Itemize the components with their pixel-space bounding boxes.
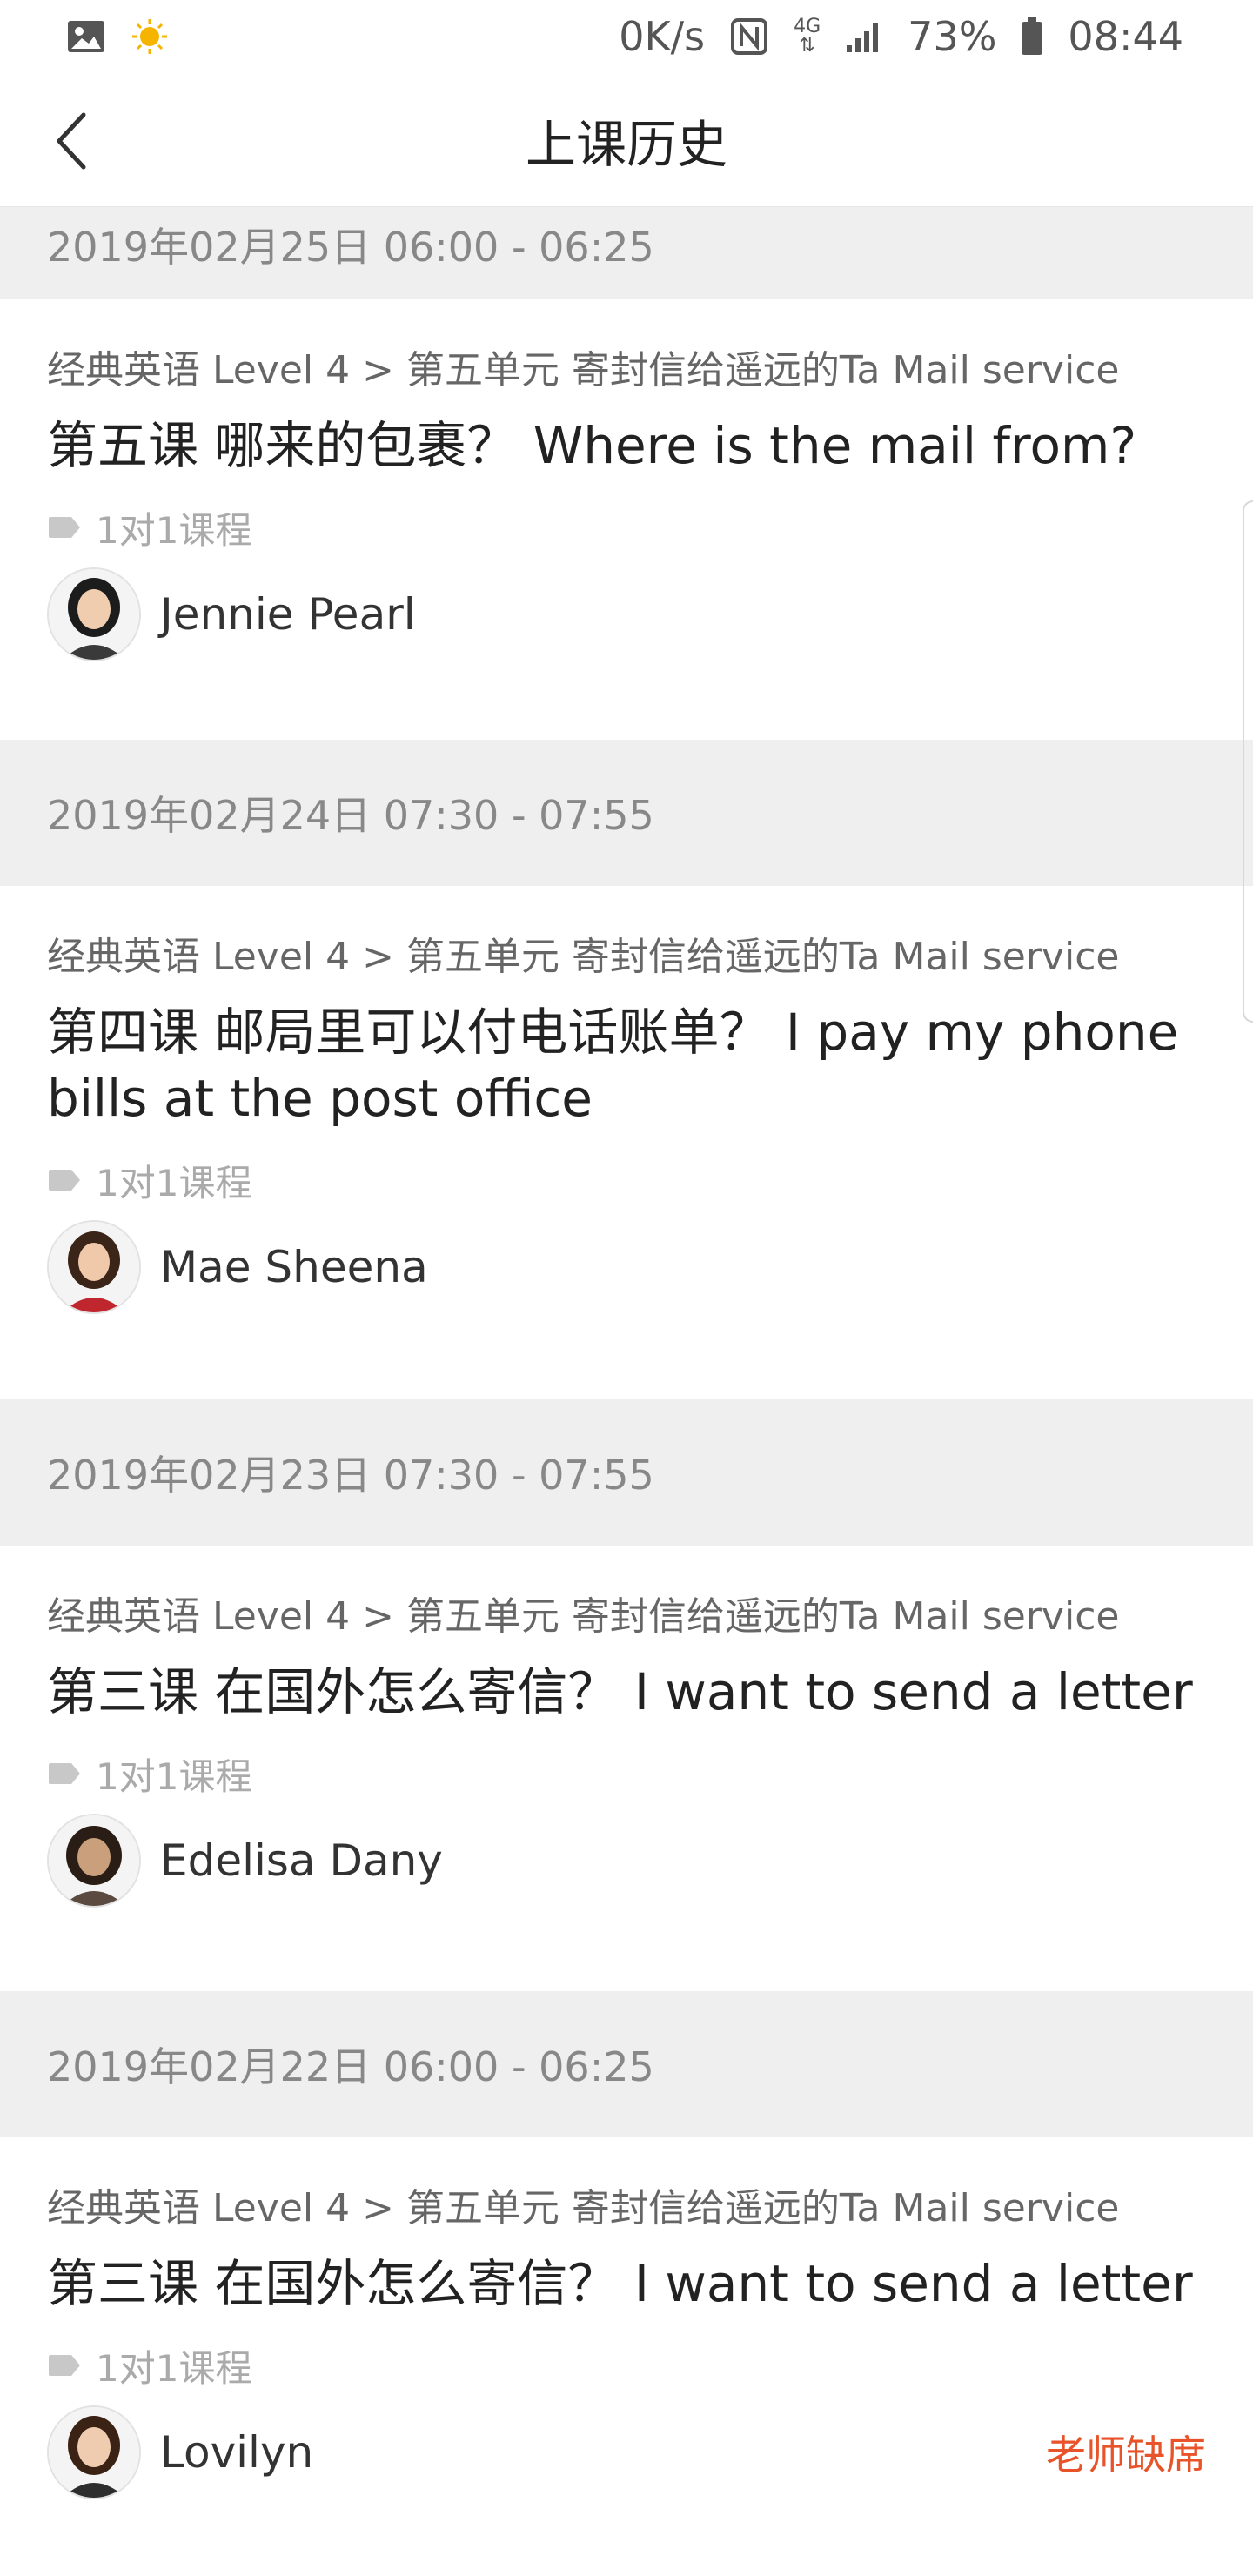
tag-label: 1对1课程 [96, 1161, 252, 1204]
app-bar: 上课历史 [0, 73, 1253, 207]
data-arrows-icon: ⇅ [799, 35, 815, 57]
session-date: 2019年02月23日 07:30 - 07:55 [47, 1452, 654, 1499]
list-item[interactable]: 经典英语 Level 4 > 第五单元 寄封信给遥远的Ta Mail servi… [0, 1546, 1253, 1991]
lesson-title: 第三课 在国外怎么寄信？ I want to send a letter [47, 2254, 1193, 2313]
scrollbar[interactable] [1243, 500, 1253, 1023]
avatar [47, 567, 141, 661]
course-tag: 1对1课程 [47, 1156, 1206, 1204]
battery-percent: 73% [908, 13, 997, 60]
session-date: 2019年02月22日 06:00 - 06:25 [47, 2043, 654, 2090]
nfc-icon [731, 18, 768, 55]
tag-label: 1对1课程 [96, 1754, 252, 1798]
lesson-title: 第四课 邮局里可以付电话账单？ I pay my phone bills at … [47, 1003, 1179, 1128]
course-tag: 1对1课程 [47, 2341, 1206, 2390]
date-header: 2019年02月24日 07:30 - 07:55 [0, 740, 1253, 886]
date-header: 2019年02月25日 06:00 - 06:25 [0, 207, 1253, 299]
date-header: 2019年02月22日 06:00 - 06:25 [0, 1991, 1253, 2137]
status-right: 0K/s 4G ⇅ 73% 08:44 [619, 13, 1183, 60]
tag-icon [49, 1170, 80, 1191]
battery-icon [1022, 17, 1043, 55]
net-speed: 0K/s [619, 13, 706, 60]
teacher-row: Mae Sheena [47, 1220, 1206, 1314]
status-left [66, 17, 169, 56]
date-header: 2019年02月23日 07:30 - 07:55 [0, 1399, 1253, 1546]
course-tag: 1对1课程 [47, 1749, 1206, 1798]
course-path: 经典英语 Level 4 > 第五单元 寄封信给遥远的Ta Mail servi… [47, 348, 1120, 392]
course-tag: 1对1课程 [47, 503, 1206, 552]
session-date: 2019年02月24日 07:30 - 07:55 [47, 792, 654, 839]
image-icon [68, 21, 104, 52]
course-path: 经典英语 Level 4 > 第五单元 寄封信给遥远的Ta Mail servi… [47, 1594, 1120, 1639]
page-title: 上课历史 [525, 114, 727, 174]
tag-label: 1对1课程 [96, 508, 252, 552]
clock: 08:44 [1068, 13, 1183, 60]
list-item[interactable]: 经典英语 Level 4 > 第五单元 寄封信给遥远的Ta Mail servi… [0, 299, 1253, 740]
network-indicator: 4G ⇅ [794, 17, 821, 56]
course-path: 经典英语 Level 4 > 第五单元 寄封信给遥远的Ta Mail servi… [47, 935, 1120, 979]
session-date: 2019年02月25日 06:00 - 06:25 [47, 224, 654, 271]
tag-icon [49, 517, 80, 538]
teacher-name: Mae Sheena [160, 1242, 428, 1292]
lesson-title: 第三课 在国外怎么寄信？ I want to send a letter [47, 1662, 1193, 1721]
list-item[interactable]: 经典英语 Level 4 > 第五单元 寄封信给遥远的Ta Mail servi… [0, 2137, 1253, 2573]
list-item[interactable]: 经典英语 Level 4 > 第五单元 寄封信给遥远的Ta Mail servi… [0, 886, 1253, 1399]
tag-icon [49, 1763, 80, 1784]
signal-icon [847, 23, 879, 52]
avatar [47, 1814, 141, 1908]
network-type: 4G [794, 16, 821, 37]
avatar [47, 2405, 141, 2499]
teacher-name: Lovilyn [160, 2427, 314, 2478]
teacher-row: Jennie Pearl [47, 567, 1206, 661]
teacher-name: Jennie Pearl [160, 589, 416, 640]
teacher-row: Lovilyn 老师缺席 [47, 2405, 1206, 2499]
sun-icon [132, 19, 167, 54]
tag-icon [49, 2355, 80, 2376]
session-list[interactable]: 2019年02月25日 06:00 - 06:25 经典英语 Level 4 >… [0, 207, 1253, 2573]
teacher-row: Edelisa Dany [47, 1814, 1206, 1908]
teacher-name: Edelisa Dany [160, 1835, 443, 1886]
status-badge: 老师缺席 [1046, 2432, 1206, 2479]
course-path: 经典英语 Level 4 > 第五单元 寄封信给遥远的Ta Mail servi… [47, 2186, 1120, 2231]
chevron-left-icon[interactable] [49, 108, 110, 174]
avatar [47, 1220, 141, 1314]
lesson-title: 第五课 哪来的包裹？ Where is the mail from? [47, 416, 1137, 475]
tag-label: 1对1课程 [96, 2346, 252, 2390]
status-bar: 0K/s 4G ⇅ 73% 08:44 [0, 0, 1253, 73]
